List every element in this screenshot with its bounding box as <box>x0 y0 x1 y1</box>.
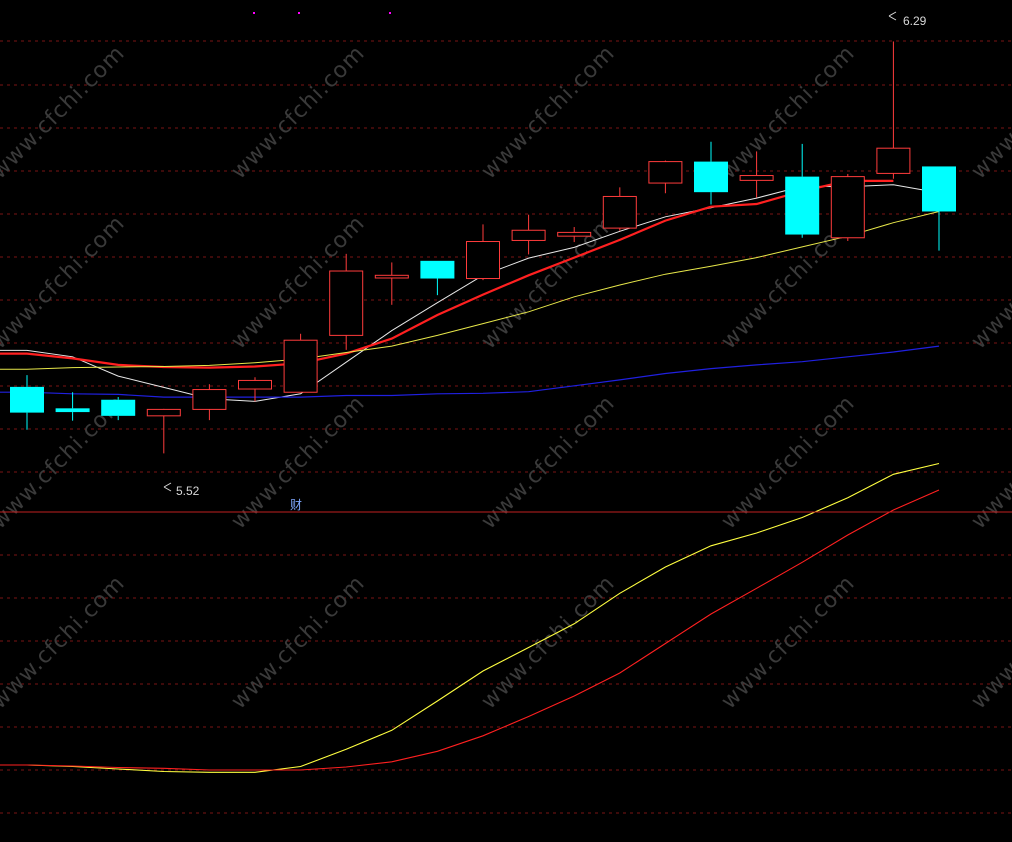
watermark-text: www.cfchi.com <box>0 571 130 714</box>
top-dot-1 <box>253 12 255 14</box>
candle <box>55 392 90 421</box>
watermark-text: www.cfchi.com <box>477 211 620 354</box>
watermark-text: www.cfchi.com <box>967 41 1012 184</box>
candle <box>785 143 820 238</box>
candle-body <box>922 166 956 212</box>
top-dot-2 <box>298 12 300 14</box>
watermark-text: www.cfchi.com <box>227 41 370 184</box>
candle <box>830 173 865 241</box>
candle-body <box>557 231 592 237</box>
high-price-label: 6.29 <box>903 14 927 28</box>
candle <box>922 166 956 251</box>
chart-canvas: www.cfchi.com www.cfchi.com www.cfchi.com w… <box>0 11 1012 814</box>
moving-average-line <box>0 345 940 398</box>
watermark-text: www.cfchi.com <box>967 571 1012 714</box>
high-pointer-icon <box>888 11 897 21</box>
candle <box>602 187 637 231</box>
watermark-text: www.cfchi.com <box>227 571 370 714</box>
watermark-text: www.cfchi.com <box>477 41 620 184</box>
watermark-text: www.cfchi.com <box>477 571 620 714</box>
candle-body <box>420 260 455 279</box>
stock-chart: www.cfchi.com www.cfchi.com www.cfchi.com w… <box>0 0 1012 842</box>
candle-body <box>329 270 364 336</box>
candle-body <box>694 161 728 193</box>
candle-body <box>101 399 136 416</box>
candle-body <box>146 408 181 417</box>
watermark-text: www.cfchi.com <box>967 211 1012 354</box>
moving-average-line <box>0 211 940 370</box>
watermark-layer: www.cfchi.com www.cfchi.com www.cfchi.com w… <box>0 41 1012 714</box>
candle <box>694 141 728 205</box>
candle-body <box>876 147 911 174</box>
top-dot-3 <box>389 12 391 14</box>
candle-body <box>466 241 500 280</box>
candle-body <box>192 389 227 410</box>
candle-body <box>739 175 774 181</box>
watermark-text: www.cfchi.com <box>717 41 860 184</box>
watermark-text: www.cfchi.com <box>0 211 130 354</box>
candle <box>648 160 683 194</box>
watermark-text: www.cfchi.com <box>967 391 1012 534</box>
candle <box>146 408 181 454</box>
candle <box>466 224 500 281</box>
watermark-text: www.cfchi.com <box>227 391 370 534</box>
candle <box>238 377 272 402</box>
watermark-text: www.cfchi.com <box>717 571 860 714</box>
candle <box>374 262 409 305</box>
candle-body <box>374 274 409 279</box>
candle <box>192 384 227 421</box>
candle-body <box>648 161 683 184</box>
candle <box>511 214 546 255</box>
candle <box>876 41 911 179</box>
low-price-label: 5.52 <box>176 484 200 498</box>
candle-body <box>55 408 90 413</box>
candle-body <box>602 195 637 229</box>
candle <box>420 260 455 296</box>
candle-body <box>238 379 272 390</box>
candle-body <box>511 229 546 241</box>
candle-body <box>283 339 318 393</box>
candle <box>329 253 364 350</box>
watermark-text: www.cfchi.com <box>717 391 860 534</box>
watermark-text: www.cfchi.com <box>0 41 130 184</box>
candle-body <box>10 386 44 413</box>
candle <box>10 375 44 430</box>
event-marker[interactable]: 财 <box>290 498 302 512</box>
watermark-text: www.cfchi.com <box>477 391 620 534</box>
candle <box>283 333 318 393</box>
candle-body <box>830 176 865 239</box>
candle-body <box>785 176 820 235</box>
low-pointer-icon <box>163 482 172 492</box>
